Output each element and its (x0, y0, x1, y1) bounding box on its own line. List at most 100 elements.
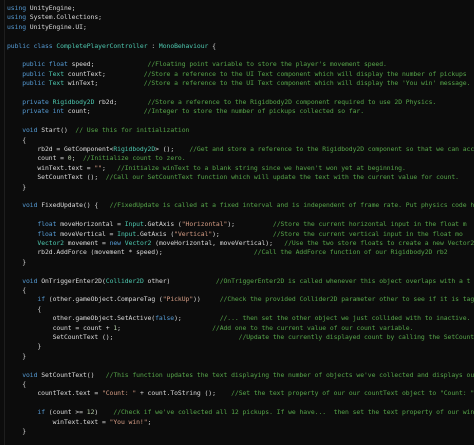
code-token: //Use the two store floats to create a n… (284, 239, 474, 247)
code-line[interactable]: private int count; //Integer to store th… (7, 107, 364, 115)
code-token: //FixedUpdate is called at a fixed inter… (109, 201, 474, 210)
code-token: //Call the AddForce function of our Rigi… (253, 248, 448, 257)
code-line[interactable]: void SetCountText() //This function upda… (7, 371, 474, 379)
code-line[interactable]: count = 0; //Initialize count to zero. (7, 154, 185, 162)
code-token: ); (174, 314, 220, 323)
code-token: "" (94, 163, 102, 172)
code-token: if (37, 295, 45, 304)
code-line[interactable]: { (7, 305, 41, 313)
code-line[interactable]: countText.text = "Count: " + count.ToStr… (7, 389, 474, 397)
code-line[interactable]: } (7, 258, 26, 266)
code-token: float (37, 220, 57, 229)
code-token: "Vertical" (174, 229, 213, 238)
code-token: winText.text = (7, 417, 110, 426)
code-token: movement = (63, 239, 110, 247)
code-line[interactable]: { (7, 286, 26, 294)
code-area[interactable]: using UnityEngine; using System.Collectio… (7, 0, 474, 445)
code-token: //Store the current vertical input in th… (272, 229, 463, 238)
code-line[interactable]: } (7, 352, 26, 360)
code-token: System.Collections; (26, 13, 102, 22)
code-token: UnityEngine; (26, 4, 76, 12)
code-token: ; (147, 417, 152, 426)
code-token: false (155, 314, 175, 323)
code-token: { (7, 304, 42, 313)
code-token: //Check if we've collected all 12 pickup… (113, 408, 474, 417)
code-line[interactable]: void Start() // Use this for initializat… (7, 126, 189, 134)
code-line[interactable]: using UnityEngine.UI; (7, 23, 87, 31)
code-token: //OnTriggerEnter2D is called whenever th… (215, 276, 471, 285)
code-line[interactable]: float moveVertical = Input.GetAxis ("Ver… (7, 229, 463, 238)
code-line[interactable]: count = count + 1; //Add one to the curr… (7, 324, 414, 332)
code-token: SetCountText (); (7, 333, 239, 341)
code-line[interactable]: SetCountText (); //Call our SetCountText… (7, 173, 459, 181)
code-line[interactable]: public Text winText; //Store a reference… (7, 79, 470, 87)
code-token: OnTriggerEnter2D( (37, 276, 106, 285)
code-token: //Store the current horizontal input in … (272, 220, 467, 229)
code-line[interactable]: winText.text = "You win!"; (7, 417, 152, 426)
code-token: { (7, 380, 26, 388)
code-token: using (7, 13, 26, 22)
code-token: //... then set the other object we just … (219, 314, 471, 323)
code-line[interactable]: { (7, 136, 26, 144)
code-line[interactable]: } (7, 183, 26, 191)
code-line[interactable]: winText.text = ""; //Initialze winText t… (7, 163, 405, 172)
code-line[interactable]: } (7, 342, 41, 350)
code-line[interactable]: using System.Collections; (7, 13, 102, 21)
code-line[interactable]: } (7, 427, 26, 435)
code-line[interactable]: rb2d = GetComponent<Rigidbody2D> (); //G… (7, 145, 474, 153)
code-token: //Call our SetCountText function which w… (105, 173, 459, 182)
code-line[interactable]: public class CompletePlayerController : … (7, 42, 216, 50)
code-token: Input (124, 220, 144, 229)
code-editor[interactable]: using UnityEngine; using System.Collectio… (0, 0, 474, 445)
code-line[interactable]: void OnTriggerEnter2D(Collider2D other) … (7, 277, 470, 285)
code-line[interactable]: if (other.gameObject.CompareTag ("PickUp… (7, 295, 474, 303)
code-token: //Floating point variable to store the p… (147, 60, 387, 69)
code-line[interactable]: rb2d.AddForce (movement * speed); //Call… (7, 248, 448, 257)
code-token: void (22, 201, 38, 210)
code-token: : (147, 41, 159, 50)
code-line[interactable]: private Rigidbody2D rb2d; //Store a refe… (7, 98, 436, 106)
code-token: } (7, 351, 26, 360)
code-line[interactable]: void FixedUpdate() { //FixedUpdate is ca… (7, 201, 474, 209)
code-token: ; (101, 163, 118, 172)
code-token: public class (7, 41, 57, 50)
code-token: SetCountText (); (7, 173, 106, 182)
code-token: // Use this for initialization (75, 126, 190, 135)
code-line[interactable]: float moveHorizontal = Input.GetAxis ("H… (7, 220, 467, 229)
code-line[interactable]: { (7, 380, 26, 388)
code-line[interactable]: using UnityEngine; (7, 4, 75, 12)
code-token: (count >= (45, 408, 87, 417)
code-line[interactable]: public Text countText; //Store a referen… (7, 70, 466, 78)
code-token: UnityEngine.UI; (26, 22, 87, 31)
code-token: FixedUpdate() { (37, 201, 110, 210)
code-token: ) (94, 408, 114, 417)
code-token: Start() (37, 126, 76, 135)
code-token: void (22, 370, 38, 379)
code-line[interactable]: SetCountText (); //Update the currently … (7, 333, 474, 341)
code-token: //Set the text property of our our count… (231, 389, 474, 398)
code-token: { (208, 41, 216, 50)
code-line[interactable]: other.gameObject.SetActive(false); //...… (7, 314, 471, 323)
code-token: Rigidbody2D (52, 98, 95, 106)
code-token: void (22, 126, 38, 135)
code-token: float (37, 229, 57, 238)
code-token: Vector2 (124, 239, 152, 247)
code-token: other.gameObject.SetActive( (7, 314, 156, 323)
code-line[interactable]: public float speed; //Floating point var… (7, 60, 387, 68)
code-token: Input (117, 229, 137, 238)
code-token: "You win!" (109, 417, 148, 426)
code-token: Rigidbody2D (113, 145, 156, 153)
gutter (4, 0, 5, 445)
code-token: other) (143, 276, 216, 285)
code-line[interactable]: Vector2 movement = new Vector2 (moveHori… (7, 239, 474, 247)
code-line[interactable]: if (count >= 12) //Check if we've collec… (7, 408, 474, 416)
code-token: )) (193, 295, 220, 304)
